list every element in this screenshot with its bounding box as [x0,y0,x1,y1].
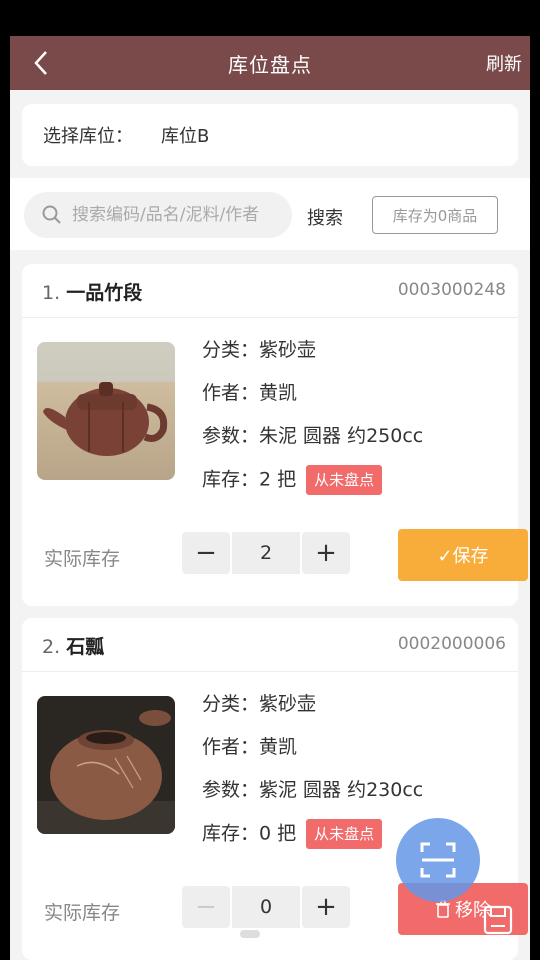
item-stock-line: 库存：2 把从未盘点 [202,465,423,508]
search-button[interactable]: 搜索 [307,204,343,230]
item-author: 作者：黄凯 [202,736,298,758]
search-icon [42,205,61,224]
chevron-left-icon[interactable] [28,48,56,78]
item-stock: 库存：2 把 [202,468,297,491]
item-title: 1. 一品竹段 [42,278,142,305]
item-params: 参数：朱泥 圆器 约250cc [202,425,424,447]
search-input[interactable] [72,205,282,225]
item-header: 1. 一品竹段 0003000248 [22,264,518,318]
item-info: 分类：紫砂壶 作者：黄凯 参数：紫泥 圆器 约230cc 库存：0 把从未盘点 [202,690,423,862]
item-info: 分类：紫砂壶 作者：黄凯 参数：朱泥 圆器 约250cc 库存：2 把从未盘点 [202,336,423,508]
status-badge: 从未盘点 [306,819,383,849]
quantity-stepper: − 2 + [182,532,350,574]
search-bar: 搜索 库存为0商品 [10,178,530,250]
location-selector[interactable]: 选择库位： 库位B [22,104,518,166]
product-image [37,342,175,480]
decrement-button[interactable]: − [182,886,230,928]
zero-stock-filter-button[interactable]: 库存为0商品 [372,196,498,234]
item-author: 作者：黄凯 [202,382,298,404]
save-icon[interactable] [482,904,514,936]
trash-icon [436,900,450,918]
scan-icon [420,842,456,878]
refresh-button[interactable]: 刷新 [486,50,522,76]
save-button[interactable]: ✓保存 [398,529,528,581]
item-code: 0003000248 [397,280,506,300]
increment-button[interactable]: + [302,886,350,928]
actual-stock-label: 实际库存 [44,902,121,924]
location-value[interactable]: 库位B [161,122,209,148]
item-params: 参数：紫泥 圆器 约230cc [202,779,424,801]
product-image [37,696,175,834]
inventory-item-card: 1. 一品竹段 0003000248 分类：紫砂壶 作者：黄凯 参数：朱泥 圆器… [22,264,528,606]
item-title: 2. 石瓢 [42,632,104,659]
item-category: 分类：紫砂壶 [202,339,317,361]
search-box[interactable] [24,192,292,238]
item-stock: 库存：0 把 [202,822,297,845]
item-name: 石瓢 [66,636,105,658]
scan-button[interactable] [396,818,480,902]
actual-stock-label: 实际库存 [44,548,121,570]
item-header: 2. 石瓢 0002000006 [22,618,518,672]
inventory-item-card: 2. 石瓢 0002000006 分类：紫砂壶 作者：黄凯 参数：紫泥 圆器 约… [22,618,528,960]
item-index: 1. [42,282,61,304]
decrement-button[interactable]: − [182,532,230,574]
location-label: 选择库位： [43,126,133,147]
item-name: 一品竹段 [66,282,143,304]
page-title: 库位盘点 [228,52,312,77]
status-badge: 从未盘点 [306,465,383,495]
quantity-value[interactable]: 0 [232,886,300,928]
scroll-indicator [240,930,260,938]
quantity-value[interactable]: 2 [232,532,300,574]
item-index: 2. [42,636,61,658]
screen: 库位盘点 刷新 选择库位： 库位B 搜索 库存为0商品 1. 一品竹段 0003… [10,36,530,960]
header-bar: 库位盘点 刷新 [10,36,530,90]
quantity-stepper: − 0 + [182,886,350,928]
item-category: 分类：紫砂壶 [202,693,317,715]
item-code: 0002000006 [397,634,506,654]
item-stock-line: 库存：0 把从未盘点 [202,819,423,862]
increment-button[interactable]: + [302,532,350,574]
